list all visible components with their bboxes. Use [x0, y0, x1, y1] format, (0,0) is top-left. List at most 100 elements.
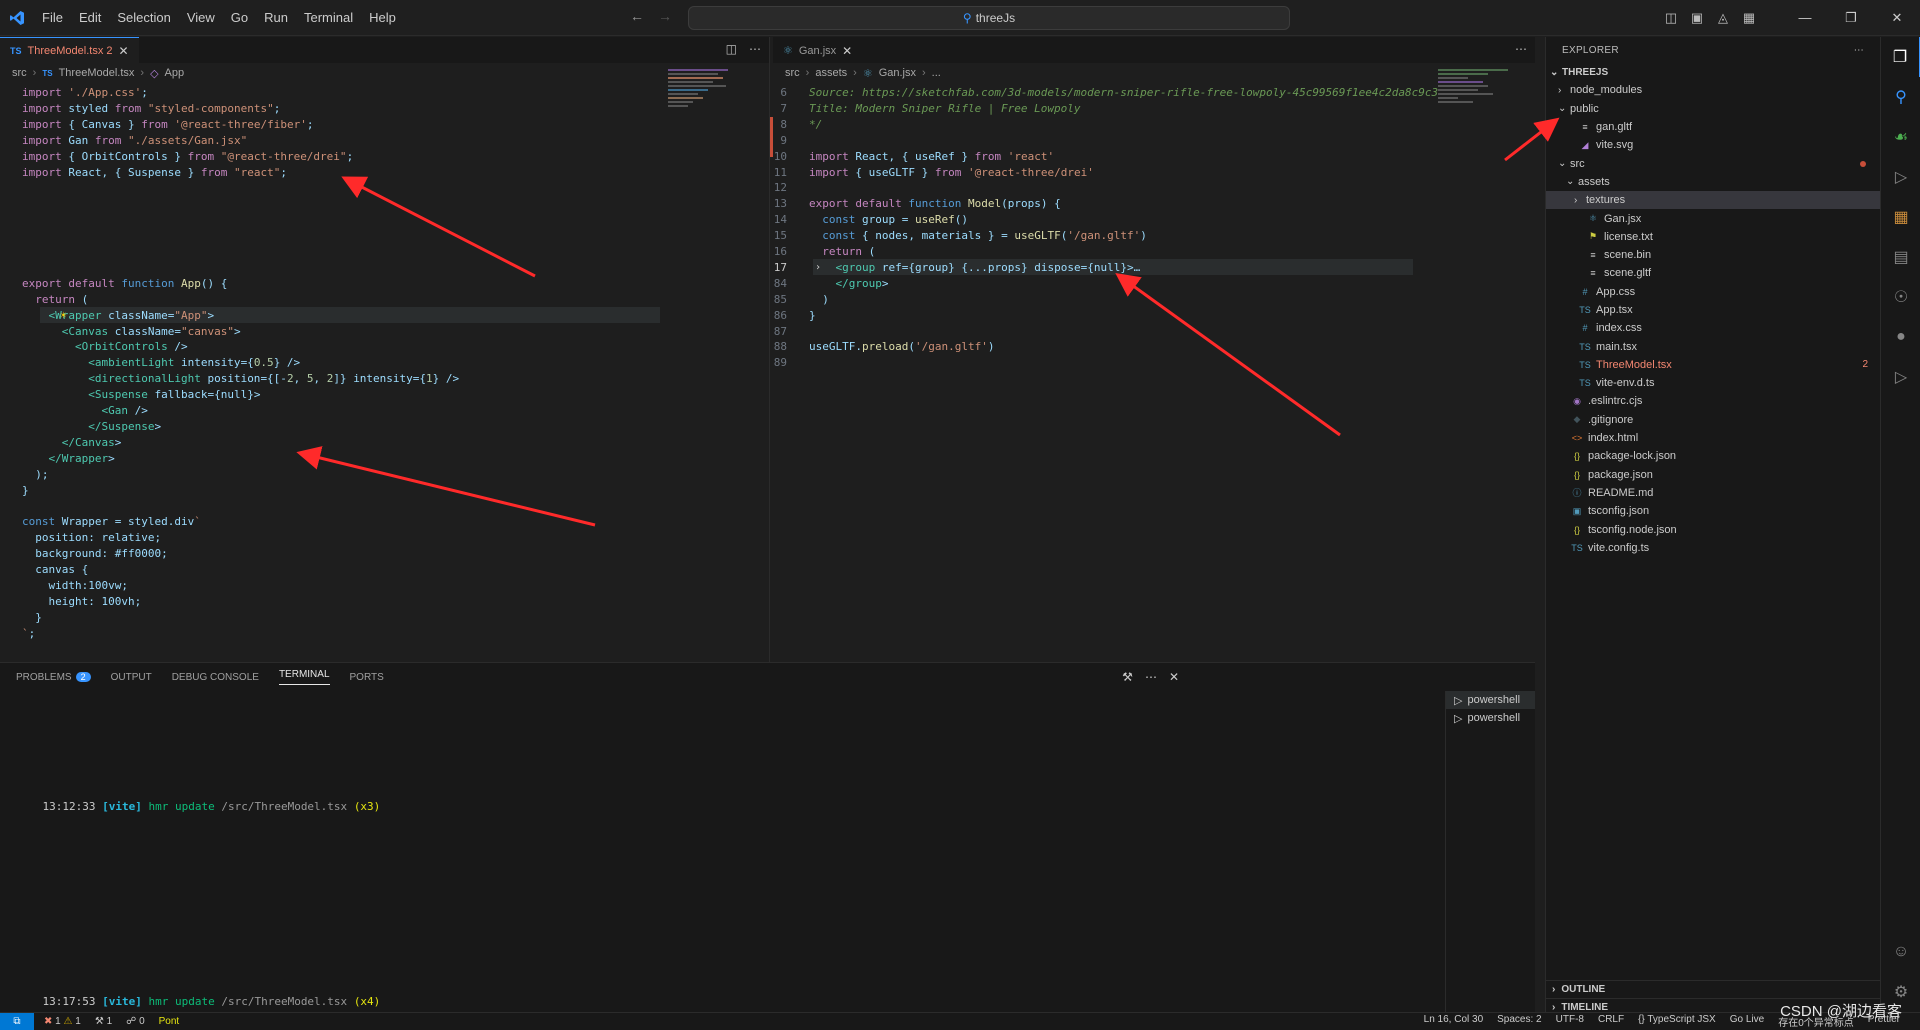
more-actions-icon[interactable]: ⋯	[749, 42, 761, 56]
indentation[interactable]: Spaces: 2	[1497, 1014, 1541, 1029]
breadcrumb-symbol[interactable]: App	[165, 67, 185, 79]
tab-debug-console[interactable]: DEBUG CONSOLE	[172, 672, 259, 683]
toggle-primary-sidebar-icon[interactable]: ◫	[1658, 10, 1684, 26]
problems-status[interactable]: ✖ 1 ⚠ 1	[44, 1016, 81, 1027]
line-ending[interactable]: CRLF	[1598, 1014, 1624, 1029]
tree-file[interactable]: ⚑ license.txt	[1546, 228, 1880, 246]
tab-threemodel[interactable]: TS ThreeModel.tsx 2 ✕	[0, 37, 139, 63]
pont-status[interactable]: Pont	[159, 1016, 180, 1027]
tree-folder[interactable]: › node_modules	[1546, 81, 1880, 99]
tab-output[interactable]: OUTPUT	[111, 672, 152, 683]
tools-status[interactable]: ⚒ 1	[95, 1016, 112, 1027]
account-icon[interactable]: ☺	[1881, 932, 1920, 972]
go-live[interactable]: Go Live	[1730, 1014, 1764, 1029]
warning-count: 1	[75, 1016, 81, 1027]
tree-folder[interactable]: › textures	[1546, 191, 1880, 210]
language-mode[interactable]: {} TypeScript JSX	[1638, 1014, 1716, 1029]
lightbulb-icon[interactable]: ☀	[60, 308, 67, 324]
explorer-icon[interactable]: ❐	[1881, 37, 1920, 77]
close-tab-icon[interactable]: ✕	[119, 44, 129, 58]
breadcrumb-file[interactable]: Gan.jsx	[879, 67, 916, 79]
minimap-left[interactable]	[668, 67, 748, 167]
tab-ports[interactable]: PORTS	[350, 672, 384, 683]
minimize-icon[interactable]: —	[1782, 10, 1828, 26]
tree-file[interactable]: TS App.tsx	[1546, 301, 1880, 319]
run-debug-icon[interactable]: ▷	[1881, 157, 1920, 197]
menu-file[interactable]: File	[34, 0, 71, 36]
tree-file[interactable]: ▣ tsconfig.json	[1546, 502, 1880, 520]
tree-file[interactable]: ◆ .gitignore	[1546, 411, 1880, 429]
menu-terminal[interactable]: Terminal	[296, 0, 361, 36]
tree-file[interactable]: TS vite.config.ts	[1546, 539, 1880, 557]
source-control-icon[interactable]: ☙	[1881, 117, 1920, 157]
cursor-position[interactable]: Ln 16, Col 30	[1424, 1014, 1484, 1029]
menu-run[interactable]: Run	[256, 0, 296, 36]
restore-icon[interactable]: ❐	[1828, 10, 1874, 26]
explorer-root[interactable]: ⌄ THREEJS	[1546, 63, 1880, 81]
tree-file[interactable]: ≡ gan.gltf	[1546, 118, 1880, 136]
tree-file[interactable]: ◢ vite.svg	[1546, 136, 1880, 154]
menu-edit[interactable]: Edit	[71, 0, 109, 36]
tree-file[interactable]: # App.css	[1546, 283, 1880, 301]
outline-section[interactable]: › OUTLINE	[1546, 980, 1881, 998]
fold-chevron-icon[interactable]: ›	[815, 260, 821, 276]
tree-file[interactable]: {} package-lock.json	[1546, 447, 1880, 465]
toggle-secondary-sidebar-icon[interactable]: ◬	[1710, 10, 1736, 26]
breadcrumb-file[interactable]: ThreeModel.tsx	[59, 67, 135, 79]
close-window-icon[interactable]: ✕	[1874, 10, 1920, 26]
ports-status[interactable]: ☍ 0	[126, 1016, 144, 1027]
close-tab-icon[interactable]: ✕	[842, 44, 852, 58]
more-actions-icon[interactable]: ⋯	[1854, 45, 1864, 56]
menu-selection[interactable]: Selection	[109, 0, 178, 36]
command-center-search[interactable]: ⚲ threeJs	[688, 6, 1290, 30]
tree-folder[interactable]: ⌄ assets	[1546, 173, 1880, 191]
terminal-instance[interactable]: ▷ powershell	[1446, 691, 1535, 709]
tree-file[interactable]: {} tsconfig.node.json	[1546, 520, 1880, 538]
close-panel-icon[interactable]: ✕	[1169, 670, 1179, 684]
tree-file[interactable]: ⚛ Gan.jsx	[1546, 209, 1880, 227]
tree-file[interactable]: ◉ .eslintrc.cjs	[1546, 392, 1880, 410]
tree-file[interactable]: TS ThreeModel.tsx 2	[1546, 356, 1880, 374]
git-graph-icon[interactable]: ☉	[1881, 277, 1920, 317]
split-editor-icon[interactable]: ◫	[726, 42, 737, 56]
tree-file[interactable]: TS main.tsx	[1546, 337, 1880, 355]
tree-file[interactable]: <> index.html	[1546, 429, 1880, 447]
terminal-count: (x3)	[353, 800, 381, 813]
tab-problems[interactable]: PROBLEMS 2	[16, 671, 91, 683]
back-arrow-icon[interactable]: ←	[630, 8, 644, 24]
forward-arrow-icon[interactable]: →	[658, 8, 672, 24]
launch-profile-icon[interactable]: ⚒	[1122, 670, 1133, 684]
json-icon[interactable]: ●	[1881, 317, 1920, 357]
minimap-right[interactable]	[1438, 67, 1518, 167]
tree-folder[interactable]: ⌄ src	[1546, 154, 1880, 172]
extensions-icon[interactable]: ▦	[1881, 197, 1920, 237]
tab-gan[interactable]: ⚛ Gan.jsx ✕	[773, 37, 863, 63]
more-actions-icon[interactable]: ⋯	[1145, 670, 1157, 684]
search-icon[interactable]: ⚲	[1881, 77, 1920, 117]
tree-folder[interactable]: ⌄ public	[1546, 100, 1880, 118]
tab-terminal[interactable]: TERMINAL	[278, 669, 330, 685]
breadcrumb-more[interactable]: ...	[932, 67, 941, 79]
terminal-icon[interactable]: ▷	[1881, 357, 1920, 397]
terminal-instance[interactable]: ▷ powershell	[1446, 709, 1535, 727]
tree-file[interactable]: # index.css	[1546, 319, 1880, 337]
breadcrumb-src[interactable]: src	[785, 67, 800, 79]
breadcrumb-src[interactable]: src	[12, 67, 27, 79]
encoding[interactable]: UTF-8	[1556, 1014, 1584, 1029]
customize-layout-icon[interactable]: ▦	[1736, 10, 1762, 26]
remote-explorer-icon[interactable]: ▤	[1881, 237, 1920, 277]
more-actions-icon[interactable]: ⋯	[1515, 42, 1527, 56]
breadcrumb-assets[interactable]: assets	[815, 67, 847, 79]
tree-file[interactable]: ⓘ README.md	[1546, 484, 1880, 502]
tree-file[interactable]: ≡ scene.gltf	[1546, 264, 1880, 282]
tree-file[interactable]: {} package.json	[1546, 466, 1880, 484]
tree-file[interactable]: TS vite-env.d.ts	[1546, 374, 1880, 392]
remote-indicator-icon[interactable]: ⧉	[0, 1012, 34, 1030]
chevron-down-icon: ⌄	[1558, 103, 1567, 115]
tree-file[interactable]: ≡ scene.bin	[1546, 246, 1880, 264]
menu-view[interactable]: View	[179, 0, 223, 36]
menu-go[interactable]: Go	[223, 0, 256, 36]
code-line: useGLTF.preload('/gan.gltf')	[809, 340, 995, 354]
toggle-panel-icon[interactable]: ▣	[1684, 10, 1710, 26]
menu-help[interactable]: Help	[361, 0, 404, 36]
